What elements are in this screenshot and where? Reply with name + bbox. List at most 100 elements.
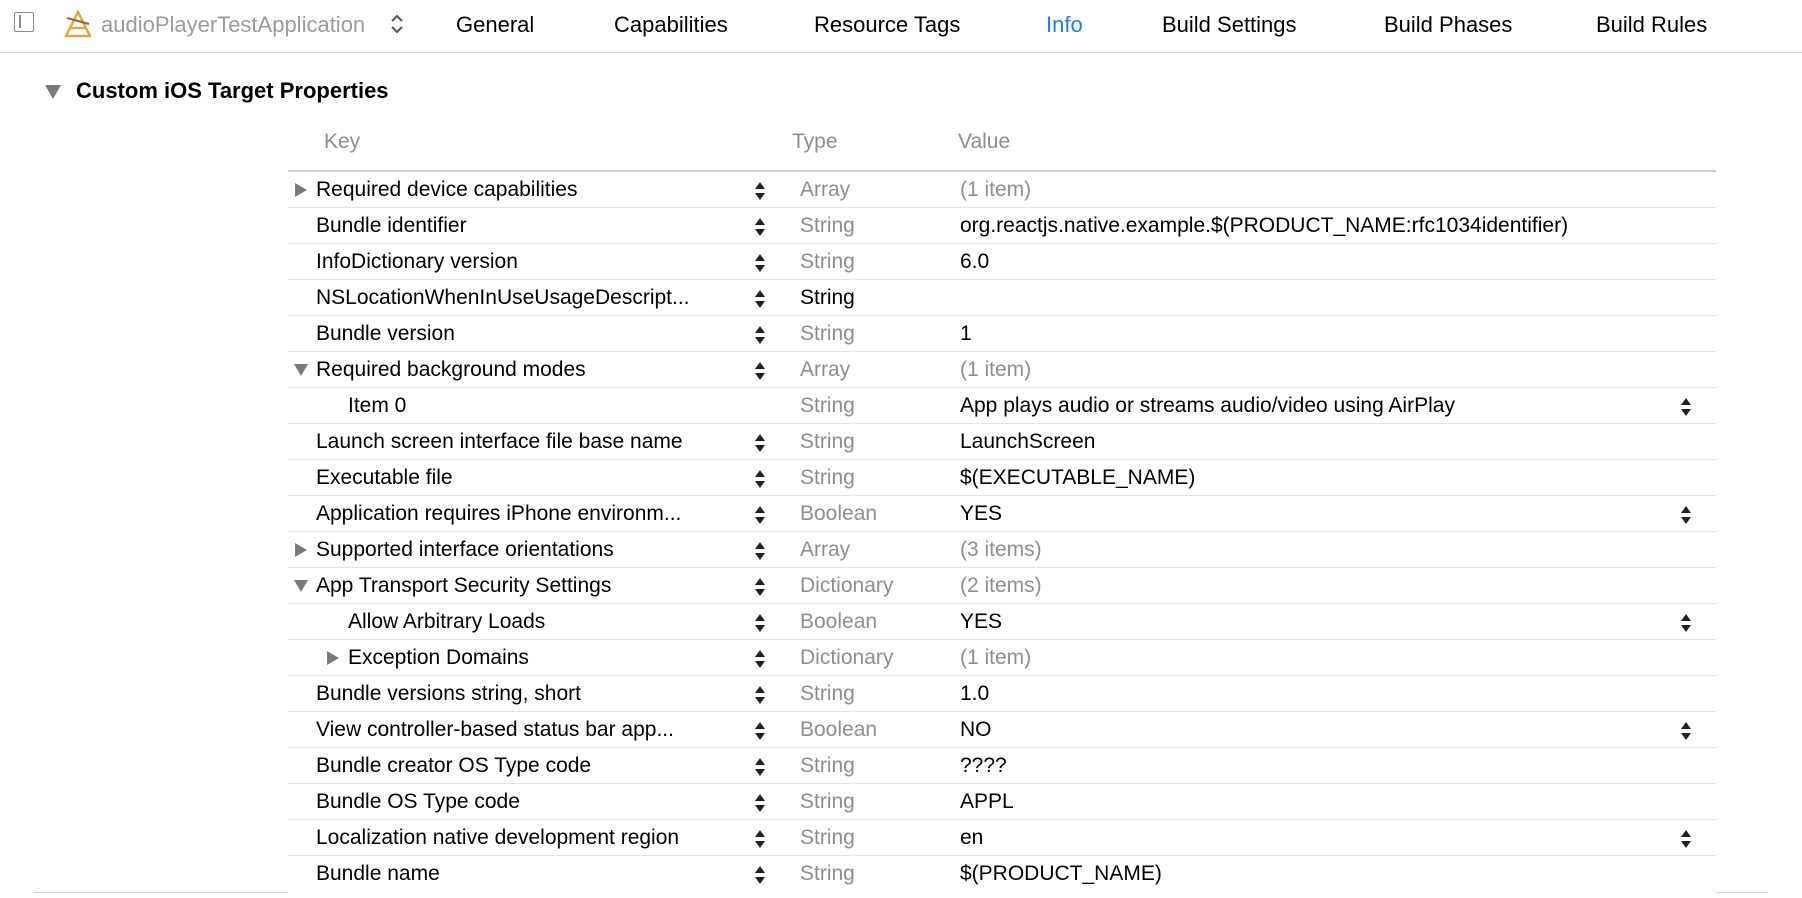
row-type[interactable]: String: [800, 430, 855, 454]
row-value[interactable]: App plays audio or streams audio/video u…: [960, 394, 1455, 418]
table-row[interactable]: NSLocationWhenInUseUsageDescript... Strin…: [288, 280, 1716, 316]
key-stepper-icon[interactable]: [754, 862, 766, 888]
table-row[interactable]: View controller-based status bar app... B…: [288, 712, 1716, 748]
row-type[interactable]: String: [800, 394, 855, 418]
row-key[interactable]: App Transport Security Settings: [316, 574, 611, 598]
row-type[interactable]: String: [800, 862, 855, 886]
target-selector[interactable]: audioPlayerTestApplication: [101, 12, 365, 38]
table-row[interactable]: Bundle identifier String org.reactjs.nativ…: [288, 208, 1716, 244]
row-value[interactable]: 1.0: [960, 682, 989, 706]
row-key[interactable]: InfoDictionary version: [316, 250, 518, 274]
key-stepper-icon[interactable]: [754, 502, 766, 528]
key-stepper-icon[interactable]: [754, 790, 766, 816]
row-key[interactable]: Application requires iPhone environm...: [316, 502, 681, 526]
table-row[interactable]: Application requires iPhone environm... B…: [288, 496, 1716, 532]
row-value[interactable]: 6.0: [960, 250, 989, 274]
key-stepper-icon[interactable]: [754, 358, 766, 384]
row-value[interactable]: (1 item): [960, 358, 1031, 382]
key-stepper-icon[interactable]: [754, 286, 766, 312]
table-row[interactable]: Localization native development region St…: [288, 820, 1716, 856]
table-row[interactable]: Supported interface orientations Array (3 …: [288, 532, 1716, 568]
tab-build-settings[interactable]: Build Settings: [1162, 12, 1297, 38]
disclosure-expanded-icon[interactable]: [294, 579, 308, 593]
row-key[interactable]: Executable file: [316, 466, 453, 490]
key-stepper-icon[interactable]: [754, 718, 766, 744]
column-header-key[interactable]: Key: [324, 130, 360, 154]
table-row[interactable]: Exception Domains Dictionary (1 item): [288, 640, 1716, 676]
table-row[interactable]: Bundle versions string, short String 1.0: [288, 676, 1716, 712]
value-stepper-icon[interactable]: [1680, 718, 1692, 744]
row-type[interactable]: String: [800, 682, 855, 706]
row-key[interactable]: Bundle versions string, short: [316, 682, 581, 706]
table-row[interactable]: Required background modes Array (1 item): [288, 352, 1716, 388]
row-key[interactable]: Bundle name: [316, 862, 440, 886]
row-value[interactable]: $(PRODUCT_NAME): [960, 862, 1162, 886]
table-row[interactable]: Required device capabilities Array (1 item…: [288, 172, 1716, 208]
row-value[interactable]: ????: [960, 754, 1007, 778]
disclosure-collapsed-icon[interactable]: [326, 651, 340, 665]
value-stepper-icon[interactable]: [1680, 394, 1692, 420]
row-key[interactable]: Required background modes: [316, 358, 586, 382]
table-row[interactable]: App Transport Security Settings Dictionar…: [288, 568, 1716, 604]
key-stepper-icon[interactable]: [754, 826, 766, 852]
row-type[interactable]: Dictionary: [800, 646, 893, 670]
value-stepper-icon[interactable]: [1680, 610, 1692, 636]
tab-general[interactable]: General: [456, 12, 534, 38]
row-key[interactable]: Allow Arbitrary Loads: [348, 610, 545, 634]
row-key[interactable]: Supported interface orientations: [316, 538, 614, 562]
row-type[interactable]: String: [800, 322, 855, 346]
row-key[interactable]: Bundle identifier: [316, 214, 467, 238]
row-key[interactable]: View controller-based status bar app...: [316, 718, 674, 742]
row-key[interactable]: Item 0: [348, 394, 406, 418]
table-row[interactable]: Bundle name String $(PRODUCT_NAME): [288, 856, 1716, 892]
row-value[interactable]: YES: [960, 502, 1002, 526]
row-value[interactable]: LaunchScreen: [960, 430, 1095, 454]
row-value[interactable]: YES: [960, 610, 1002, 634]
disclosure-collapsed-icon[interactable]: [294, 543, 308, 557]
key-stepper-icon[interactable]: [754, 646, 766, 672]
key-stepper-icon[interactable]: [754, 178, 766, 204]
tab-resource-tags[interactable]: Resource Tags: [814, 12, 960, 38]
value-stepper-icon[interactable]: [1680, 826, 1692, 852]
target-app-icon[interactable]: [64, 10, 92, 38]
row-type[interactable]: Boolean: [800, 610, 877, 634]
table-row[interactable]: Item 0 String App plays audio or streams a…: [288, 388, 1716, 424]
key-stepper-icon[interactable]: [754, 430, 766, 456]
row-key[interactable]: Exception Domains: [348, 646, 529, 670]
tab-build-rules[interactable]: Build Rules: [1596, 12, 1707, 38]
key-stepper-icon[interactable]: [754, 214, 766, 240]
row-key[interactable]: Bundle version: [316, 322, 455, 346]
row-value[interactable]: 1: [960, 322, 972, 346]
row-type[interactable]: Boolean: [800, 502, 877, 526]
key-stepper-icon[interactable]: [754, 466, 766, 492]
table-row[interactable]: Bundle creator OS Type code String????: [288, 748, 1716, 784]
key-stepper-icon[interactable]: [754, 250, 766, 276]
row-value[interactable]: en: [960, 826, 983, 850]
key-stepper-icon[interactable]: [754, 538, 766, 564]
key-stepper-icon[interactable]: [754, 322, 766, 348]
key-stepper-icon[interactable]: [754, 574, 766, 600]
row-value[interactable]: APPL: [960, 790, 1014, 814]
table-row[interactable]: Allow Arbitrary Loads Boolean YES: [288, 604, 1716, 640]
row-type[interactable]: String: [800, 826, 855, 850]
up-down-chevron-icon[interactable]: [390, 12, 404, 36]
row-value[interactable]: $(EXECUTABLE_NAME): [960, 466, 1195, 490]
row-type[interactable]: Dictionary: [800, 574, 893, 598]
row-value[interactable]: org.reactjs.native.example.$(PRODUCT_NAM…: [960, 214, 1568, 238]
tab-capabilities[interactable]: Capabilities: [614, 12, 728, 38]
column-header-value[interactable]: Value: [958, 130, 1010, 154]
row-type[interactable]: Array: [800, 358, 850, 382]
row-key[interactable]: Required device capabilities: [316, 178, 578, 202]
tab-info[interactable]: Info: [1046, 12, 1083, 38]
disclosure-collapsed-icon[interactable]: [294, 183, 308, 197]
row-type[interactable]: Array: [800, 538, 850, 562]
row-key[interactable]: Bundle creator OS Type code: [316, 754, 591, 778]
table-row[interactable]: Launch screen interface file base name St…: [288, 424, 1716, 460]
row-type[interactable]: String: [800, 790, 855, 814]
row-type[interactable]: String: [800, 250, 855, 274]
row-value[interactable]: (1 item): [960, 178, 1031, 202]
row-type[interactable]: String: [800, 466, 855, 490]
section-disclosure-icon[interactable]: [44, 84, 62, 100]
key-stepper-icon[interactable]: [754, 610, 766, 636]
key-stepper-icon[interactable]: [754, 754, 766, 780]
